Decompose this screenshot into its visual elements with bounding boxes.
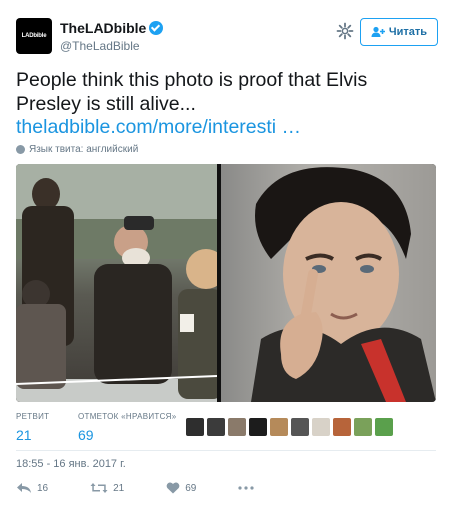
liker-avatar[interactable] <box>312 418 330 436</box>
tweet-text: People think this photo is proof that El… <box>16 69 368 115</box>
tweet-stats: РЕТВИТ 21 ОТМЕТОК «НРАВИТСЯ» 69 <box>16 412 436 448</box>
display-name-row[interactable]: TheLADbible <box>60 20 164 36</box>
more-button[interactable] <box>238 486 254 490</box>
retweet-icon <box>90 483 108 493</box>
avatar[interactable]: LADbible <box>16 18 52 54</box>
liker-avatar[interactable] <box>249 418 267 436</box>
like-stat-label: ОТМЕТОК «НРАВИТСЯ» <box>78 412 177 421</box>
like-count: 69 <box>185 482 197 494</box>
tweet-header: LADbible TheLADbible @TheLadBible Читать <box>16 16 438 58</box>
retweet-stat-value: 21 <box>16 427 32 443</box>
divider-line <box>16 450 436 451</box>
tweet-actions: 16 21 69 <box>16 482 296 494</box>
follow-label: Читать <box>388 26 428 38</box>
reply-count: 16 <box>37 482 49 494</box>
liker-avatar[interactable] <box>228 418 246 436</box>
gear-icon[interactable] <box>336 22 354 40</box>
more-icon <box>238 486 254 490</box>
like-stat-value: 69 <box>78 427 94 443</box>
display-name[interactable]: TheLADbible <box>60 20 146 36</box>
add-user-icon <box>371 26 385 37</box>
tweet-language: Язык твита: английский <box>16 144 138 155</box>
reply-icon <box>17 483 31 493</box>
globe-icon <box>16 145 25 154</box>
liker-avatar[interactable] <box>375 418 393 436</box>
like-stat[interactable]: ОТМЕТОК «НРАВИТСЯ» 69 <box>78 412 176 443</box>
retweet-stat[interactable]: РЕТВИТ 21 <box>16 412 49 443</box>
follow-button[interactable]: Читать <box>360 18 438 46</box>
liker-avatar[interactable] <box>333 418 351 436</box>
heart-icon <box>166 482 180 494</box>
liker-avatars <box>186 418 393 436</box>
crowd-photo-illustration <box>16 164 226 402</box>
like-button[interactable]: 69 <box>166 482 196 494</box>
liker-avatar[interactable] <box>207 418 225 436</box>
media-photo-right[interactable] <box>221 164 436 402</box>
retweet-button[interactable]: 21 <box>90 482 124 494</box>
liker-avatar[interactable] <box>291 418 309 436</box>
retweet-stat-label: РЕТВИТ <box>16 412 50 421</box>
tweet-link[interactable]: theladbible.com/more/interesti … <box>16 116 301 139</box>
account-handle[interactable]: @TheLadBible <box>60 39 163 53</box>
tweet-timestamp[interactable]: 18:55 - 16 янв. 2017 г. <box>16 458 126 470</box>
retweet-count: 21 <box>113 482 125 494</box>
verified-badge-icon <box>149 21 164 35</box>
reply-button[interactable]: 16 <box>16 482 48 494</box>
tweet-language-label: Язык твита: английский <box>29 144 139 155</box>
account-names: TheLADbible @TheLadBible <box>60 20 164 53</box>
liker-avatar[interactable] <box>186 418 204 436</box>
media-photo-left[interactable] <box>16 164 226 402</box>
tweet-media[interactable] <box>16 164 436 402</box>
liker-avatar[interactable] <box>270 418 288 436</box>
liker-avatar[interactable] <box>354 418 372 436</box>
portrait-photo-illustration <box>251 167 436 402</box>
